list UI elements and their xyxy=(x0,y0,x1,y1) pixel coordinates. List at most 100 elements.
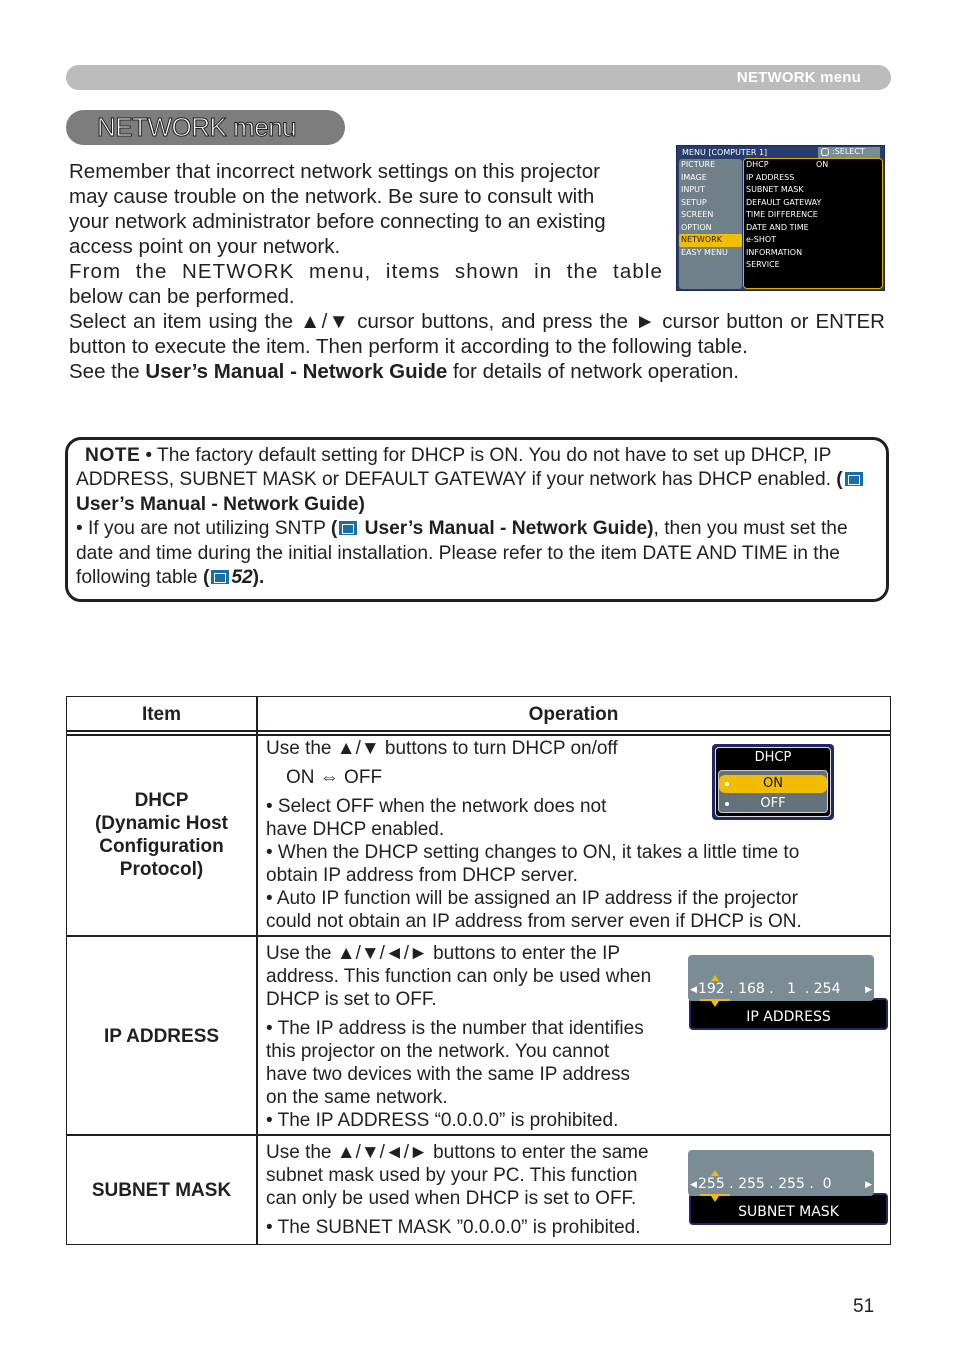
instructions-paragraph: Select an item using the ▲/▼ cursor butt… xyxy=(69,310,885,358)
op-line: • When the DHCP setting changes to ON, i… xyxy=(266,842,800,863)
note-text: NOTE • The factory default setting for DH… xyxy=(76,444,876,590)
right-arrow-icon: ▶ xyxy=(865,985,872,995)
radio-dot-icon xyxy=(725,802,729,806)
book-icon xyxy=(339,521,358,536)
item-line: (Dynamic Host xyxy=(94,813,229,834)
ip-osd-value-box: ◀ 192 . 168 . 1 . 254 ▶ xyxy=(688,955,874,1007)
note-paragraph-2: • If you are not utilizing SNTP ( User’s… xyxy=(76,517,876,590)
op-line: address. This function can only be used … xyxy=(266,966,652,987)
option-label: ON xyxy=(763,776,783,791)
page-reference: 52 xyxy=(231,567,253,589)
select-button-icon xyxy=(821,148,829,156)
item-line: Protocol) xyxy=(119,859,204,880)
osd-select-label: :SELECT xyxy=(832,147,865,156)
dhcp-option-on: ON xyxy=(719,775,827,793)
intro-line: your network administrator before connec… xyxy=(69,210,606,233)
dhcp-option-off: OFF xyxy=(719,795,827,813)
header-divider xyxy=(67,734,890,736)
op-line: • The IP address is the number that iden… xyxy=(266,1018,644,1039)
intro-line: may cause trouble on the network. Be sur… xyxy=(69,185,595,208)
note-ref-open: ( xyxy=(836,469,843,491)
osd-submenu-label: DHCP xyxy=(746,160,769,169)
osd-left-menu: PICTURE IMAGE INPUT SETUP SCREEN OPTION … xyxy=(679,159,742,289)
page-number: 51 xyxy=(853,1296,875,1317)
ip-osd-label: IP ADDRESS xyxy=(746,1009,831,1025)
see-guide-pre: See the xyxy=(69,360,146,383)
intro-line: From the NETWORK menu, items shown in th… xyxy=(69,260,663,283)
item-line: DHCP xyxy=(134,790,189,811)
osd-menu-item-setup: SETUP xyxy=(681,197,707,207)
note-ref-open: ( xyxy=(330,518,338,540)
note-text-1: • The factory default setting for DHCP i… xyxy=(76,445,837,491)
table-row-operation-ip-address: Use the ▲/▼/◄/► buttons to enter the IP … xyxy=(266,942,651,1132)
op-line: DHCP is set to OFF. xyxy=(266,989,437,1010)
table-row-item-ip-address: IP ADDRESS xyxy=(67,1025,256,1048)
down-caret-icon xyxy=(711,1001,719,1007)
osd-top-bar: MENU [COMPUTER 1] :SELECT xyxy=(679,147,882,158)
op-line: this projector on the network. You canno… xyxy=(266,1041,610,1062)
option-label: OFF xyxy=(760,796,786,811)
page-title: NETWORK menu xyxy=(96,112,297,143)
subnet-osd-label: SUBNET MASK xyxy=(738,1204,839,1220)
op-line: could not obtain an IP address from serv… xyxy=(266,911,802,932)
intro-line: below can be performed. xyxy=(69,285,295,308)
subnet-osd-value-box: ◀ 255 . 255 . 255 . 0 ▶ xyxy=(688,1150,874,1202)
op-line: • The SUBNET MASK ”0.0.0.0” is prohibite… xyxy=(266,1217,641,1238)
right-arrow-icon: ▶ xyxy=(865,1180,872,1190)
osd-title: MENU [COMPUTER 1] xyxy=(682,148,768,157)
osd-select-hint: :SELECT xyxy=(818,147,880,158)
osd-menu-item-option: OPTION xyxy=(681,222,712,232)
book-icon xyxy=(211,570,230,585)
osd-submenu-item: DEFAULT GATEWAY xyxy=(746,197,822,207)
column-header-item: Item xyxy=(141,704,182,725)
intro-line: Remember that incorrect network settings… xyxy=(69,160,600,183)
op-line: have DHCP enabled. xyxy=(266,819,445,840)
dhcp-osd-title: DHCP xyxy=(754,750,792,765)
op-line: on the same network. xyxy=(266,1087,448,1108)
osd-menu-item-picture: PICTURE xyxy=(681,160,716,169)
table-row-operation-subnet-mask: Use the ▲/▼/◄/► buttons to enter the sam… xyxy=(266,1141,649,1239)
table-row-item-subnet-mask: SUBNET MASK xyxy=(67,1179,256,1202)
network-guide-reference: User’s Manual - Network Guide xyxy=(145,360,448,383)
osd-submenu-item: TIME DIFFERENCE xyxy=(746,210,818,219)
item-line: IP ADDRESS xyxy=(103,1026,220,1047)
see-guide-post: for details of network operation. xyxy=(447,360,739,383)
osd-menu-item-network: NETWORK xyxy=(679,234,742,247)
op-line: • The IP ADDRESS “0.0.0.0” is prohibited… xyxy=(266,1110,619,1131)
op-line: subnet mask used by your PC. This functi… xyxy=(266,1165,638,1186)
see-guide-paragraph: See the User’s Manual - Network Guide fo… xyxy=(69,359,885,384)
dhcp-osd-frame: DHCP ON OFF xyxy=(715,747,831,817)
network-guide-reference: User’s Manual - Network Guide) xyxy=(359,518,654,540)
row-divider xyxy=(67,935,890,937)
header-bar: NETWORK menu xyxy=(66,65,891,90)
item-line: SUBNET MASK xyxy=(91,1180,232,1201)
column-divider xyxy=(256,697,258,1244)
op-line: Use the ▲/▼/◄/► buttons to enter the sam… xyxy=(266,1142,649,1163)
down-caret-icon xyxy=(711,1196,719,1202)
table-row-item-dhcp: DHCP (Dynamic Host Configuration Protoco… xyxy=(67,789,256,881)
osd-menu-item-screen: SCREEN xyxy=(681,210,714,219)
osd-network-submenu: DHCP ON IP ADDRESS SUBNET MASK DEFAULT GA… xyxy=(743,158,883,289)
osd-submenu-item: INFORMATION xyxy=(746,247,803,257)
osd-submenu-item: SUBNET MASK xyxy=(746,185,804,194)
osd-menu-item-easy-menu: EASY MENU xyxy=(681,247,728,257)
osd-submenu-item: e-SHOT xyxy=(746,235,777,244)
osd-submenu-item: IP ADDRESS xyxy=(746,172,795,182)
network-guide-reference: User’s Manual - Network Guide) xyxy=(76,493,365,515)
osd-submenu-value: ON xyxy=(816,160,829,169)
subnet-mask-osd-screenshot: SUBNET MASK ◀ 255 . 255 . 255 . 0 ▶ xyxy=(686,1148,888,1228)
op-line: Use the ▲/▼/◄/► buttons to enter the IP xyxy=(266,943,621,964)
osd-menu-item-image: IMAGE xyxy=(681,172,707,182)
column-header-operation: Operation xyxy=(528,704,619,725)
section-label: NETWORK menu xyxy=(736,69,861,86)
op-line: can only be used when DHCP is set to OFF… xyxy=(266,1188,637,1209)
ip-osd-value: 192 . 168 . 1 . 254 xyxy=(698,981,841,997)
left-arrow-icon: ◀ xyxy=(690,1180,697,1190)
network-menu-screenshot: MENU [COMPUTER 1] :SELECT PICTURE IMAGE … xyxy=(676,145,885,291)
radio-dot-icon xyxy=(725,782,729,786)
subnet-osd-value: 255 . 255 . 255 . 0 xyxy=(698,1176,832,1192)
page-ref-close: ). xyxy=(252,567,265,589)
instructions-text: Select an item using the ▲/▼ cursor butt… xyxy=(69,309,885,384)
note-label: NOTE xyxy=(85,445,141,466)
header-divider xyxy=(67,730,890,732)
